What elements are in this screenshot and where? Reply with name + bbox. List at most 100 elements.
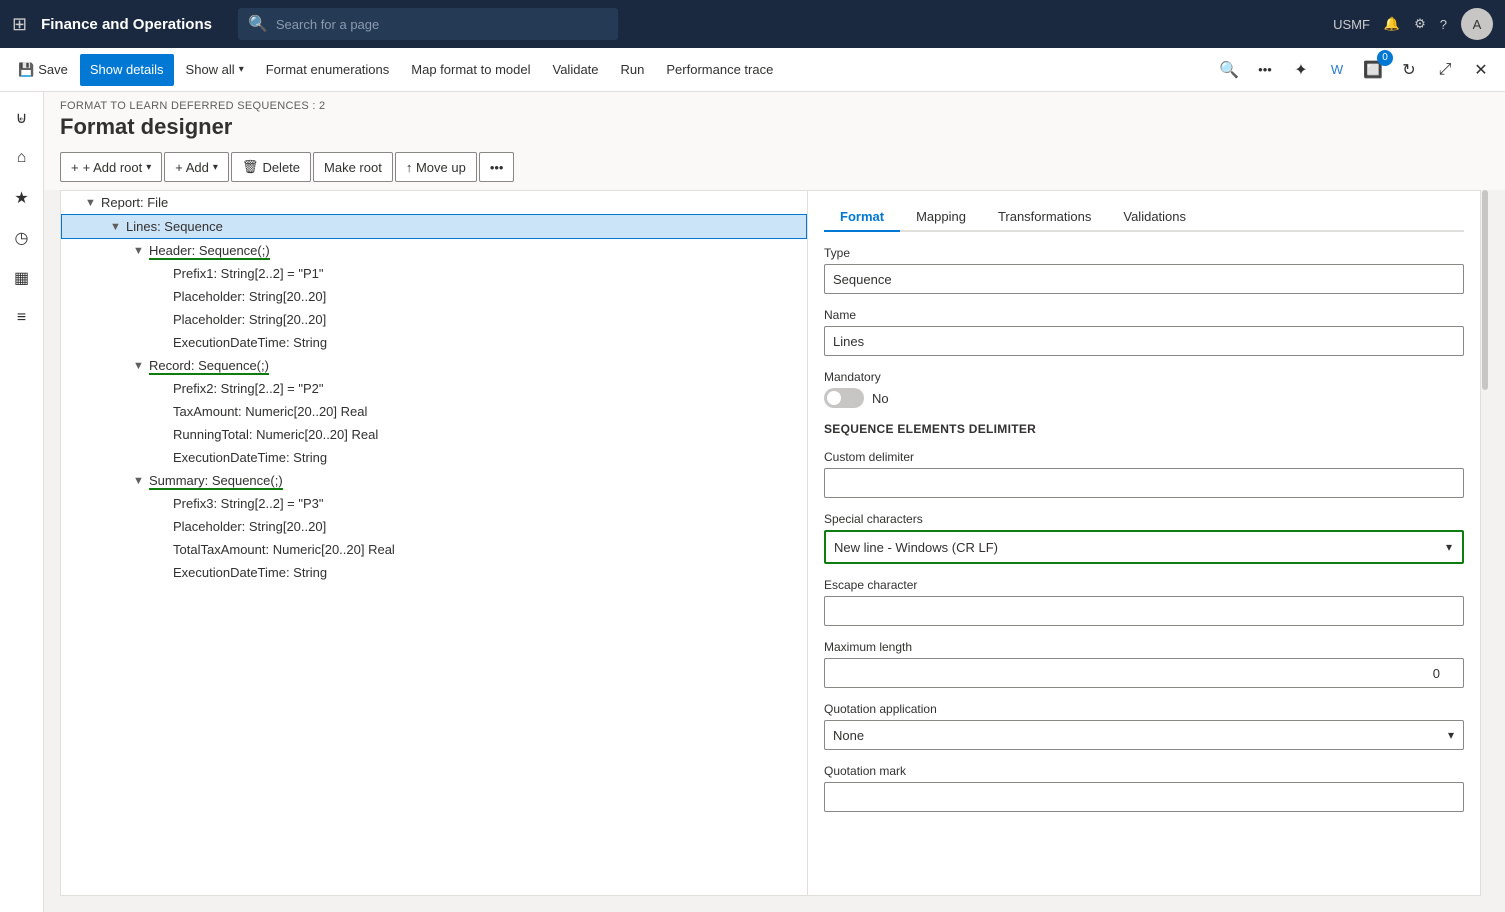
- tab-format[interactable]: Format: [824, 203, 900, 232]
- special-chars-label: Special characters: [824, 512, 1464, 526]
- more-toolbar-button[interactable]: •••: [479, 152, 515, 182]
- sidebar-home-icon[interactable]: ⌂: [4, 140, 40, 176]
- tree-item-summary-sequence[interactable]: ▼ Summary: Sequence(;): [61, 469, 807, 492]
- custom-delimiter-input[interactable]: [824, 468, 1464, 498]
- sidebar-star-icon[interactable]: ★: [4, 180, 40, 216]
- save-icon: 💾: [18, 62, 34, 78]
- open-icon[interactable]: ⤢: [1429, 54, 1461, 86]
- expand-icon: ▼: [133, 475, 145, 487]
- tree-item-label: Lines: Sequence: [126, 219, 223, 234]
- close-icon[interactable]: ✕: [1465, 54, 1497, 86]
- tree-item-execution1[interactable]: ExecutionDateTime: String: [61, 331, 807, 354]
- tree-item-execution2[interactable]: ExecutionDateTime: String: [61, 446, 807, 469]
- tree-item-runningtotal[interactable]: RunningTotal: Numeric[20..20] Real: [61, 423, 807, 446]
- special-chars-group: Special characters New line - Windows (C…: [824, 512, 1464, 564]
- tree-item-placeholder3[interactable]: Placeholder: String[20..20]: [61, 515, 807, 538]
- quotation-mark-input[interactable]: [824, 782, 1464, 812]
- commandbar: 💾 Save Show details Show all ▾ Format en…: [0, 48, 1505, 92]
- app-title: Finance and Operations: [41, 16, 212, 33]
- special-chars-select-wrapper: New line - Windows (CR LF) New line - Un…: [826, 532, 1462, 562]
- save-button[interactable]: 💾 Save: [8, 54, 78, 86]
- tree-item-prefix1[interactable]: Prefix1: String[2..2] = "P1": [61, 262, 807, 285]
- tree-item-prefix3[interactable]: Prefix3: String[2..2] = "P3": [61, 492, 807, 515]
- map-format-button[interactable]: Map format to model: [401, 54, 540, 86]
- sidebar-table-icon[interactable]: ▦: [4, 260, 40, 296]
- show-all-button[interactable]: Show all ▾: [176, 54, 254, 86]
- add-root-button[interactable]: + + Add root ▾: [60, 152, 162, 182]
- max-length-group: Maximum length: [824, 640, 1464, 688]
- settings-icon[interactable]: ⚙: [1414, 16, 1426, 32]
- format-enumerations-button[interactable]: Format enumerations: [256, 54, 400, 86]
- refresh-icon[interactable]: ↻: [1393, 54, 1425, 86]
- tree-item-label: Prefix1: String[2..2] = "P1": [173, 266, 324, 281]
- help-icon[interactable]: ?: [1440, 17, 1447, 32]
- office-icon[interactable]: W: [1321, 54, 1353, 86]
- special-chars-wrapper: New line - Windows (CR LF) New line - Un…: [824, 530, 1464, 564]
- search-cmd-icon[interactable]: 🔍: [1213, 54, 1245, 86]
- tree-item-label: TaxAmount: Numeric[20..20] Real: [173, 404, 367, 419]
- name-label: Name: [824, 308, 1464, 322]
- quotation-app-select[interactable]: None Always When needed: [824, 720, 1464, 750]
- sidebar-filter-icon[interactable]: ⊌: [4, 100, 40, 136]
- tab-transformations[interactable]: Transformations: [982, 203, 1107, 232]
- sidebar-clock-icon[interactable]: ◷: [4, 220, 40, 256]
- tree-item-label: Prefix2: String[2..2] = "P2": [173, 381, 324, 396]
- run-button[interactable]: Run: [611, 54, 655, 86]
- expand-icon: ▼: [85, 197, 97, 209]
- quotation-mark-group: Quotation mark: [824, 764, 1464, 812]
- extensions-icon[interactable]: ✦: [1285, 54, 1317, 86]
- tree-item-execution3[interactable]: ExecutionDateTime: String: [61, 561, 807, 584]
- type-input[interactable]: [824, 264, 1464, 294]
- max-length-input[interactable]: [824, 658, 1464, 688]
- max-length-label: Maximum length: [824, 640, 1464, 654]
- tree-item-label: Placeholder: String[20..20]: [173, 312, 326, 327]
- tree-item-header-sequence[interactable]: ▼ Header: Sequence(;): [61, 239, 807, 262]
- more-cmd-icon[interactable]: •••: [1249, 54, 1281, 86]
- search-bar[interactable]: 🔍: [238, 8, 618, 40]
- tree-item-placeholder2[interactable]: Placeholder: String[20..20]: [61, 308, 807, 331]
- search-icon: 🔍: [248, 14, 268, 34]
- mandatory-toggle[interactable]: [824, 388, 864, 408]
- avatar[interactable]: A: [1461, 8, 1493, 40]
- breadcrumb: FORMAT TO LEARN DEFERRED SEQUENCES : 2: [60, 100, 1489, 112]
- right-panel: Format Mapping Transformations Validatio…: [808, 190, 1481, 896]
- search-input[interactable]: [276, 17, 608, 32]
- tree-item-totaltaxamount[interactable]: TotalTaxAmount: Numeric[20..20] Real: [61, 538, 807, 561]
- page-title: Format designer: [60, 114, 1489, 140]
- tree-item-label: RunningTotal: Numeric[20..20] Real: [173, 427, 378, 442]
- grid-icon[interactable]: ⊞: [12, 14, 27, 35]
- tree-item-record-sequence[interactable]: ▼ Record: Sequence(;): [61, 354, 807, 377]
- tree-item-prefix2[interactable]: Prefix2: String[2..2] = "P2": [61, 377, 807, 400]
- make-root-button[interactable]: Make root: [313, 152, 393, 182]
- tab-mapping[interactable]: Mapping: [900, 203, 982, 232]
- delete-icon: 🗑: [242, 159, 259, 175]
- mandatory-toggle-row: No: [824, 388, 1464, 408]
- quotation-mark-label: Quotation mark: [824, 764, 1464, 778]
- tree-item-placeholder1[interactable]: Placeholder: String[20..20]: [61, 285, 807, 308]
- add-button[interactable]: + Add ▾: [164, 152, 229, 182]
- tree-item-report-file[interactable]: ▼ Report: File: [61, 191, 807, 214]
- tree-item-label: Record: Sequence(;): [149, 358, 269, 373]
- scrollbar-thumb[interactable]: [1482, 190, 1488, 390]
- page-header: FORMAT TO LEARN DEFERRED SEQUENCES : 2 F…: [44, 92, 1505, 190]
- performance-trace-button[interactable]: Performance trace: [656, 54, 783, 86]
- validate-button[interactable]: Validate: [543, 54, 609, 86]
- sidebar-list-icon[interactable]: ≡: [4, 300, 40, 336]
- toolbar: + + Add root ▾ + Add ▾ 🗑 Delete Make roo…: [60, 148, 1489, 190]
- tab-validations[interactable]: Validations: [1107, 203, 1202, 232]
- show-details-button[interactable]: Show details: [80, 54, 174, 86]
- expand-icon: ▼: [133, 245, 145, 257]
- scrollbar-track[interactable]: [1481, 190, 1489, 896]
- mandatory-field-group: Mandatory No: [824, 370, 1464, 408]
- escape-char-group: Escape character: [824, 578, 1464, 626]
- special-chars-select[interactable]: New line - Windows (CR LF) New line - Un…: [826, 532, 1462, 562]
- bell-icon[interactable]: 🔔: [1384, 16, 1400, 32]
- tree-item-lines-sequence[interactable]: ▼ Lines: Sequence: [61, 214, 807, 239]
- badge-icon[interactable]: 🔲 0: [1357, 54, 1389, 86]
- tree-item-label: Placeholder: String[20..20]: [173, 519, 326, 534]
- tree-item-taxamount[interactable]: TaxAmount: Numeric[20..20] Real: [61, 400, 807, 423]
- escape-char-input[interactable]: [824, 596, 1464, 626]
- name-input[interactable]: [824, 326, 1464, 356]
- move-up-button[interactable]: ↑ Move up: [395, 152, 477, 182]
- delete-button[interactable]: 🗑 Delete: [231, 152, 311, 182]
